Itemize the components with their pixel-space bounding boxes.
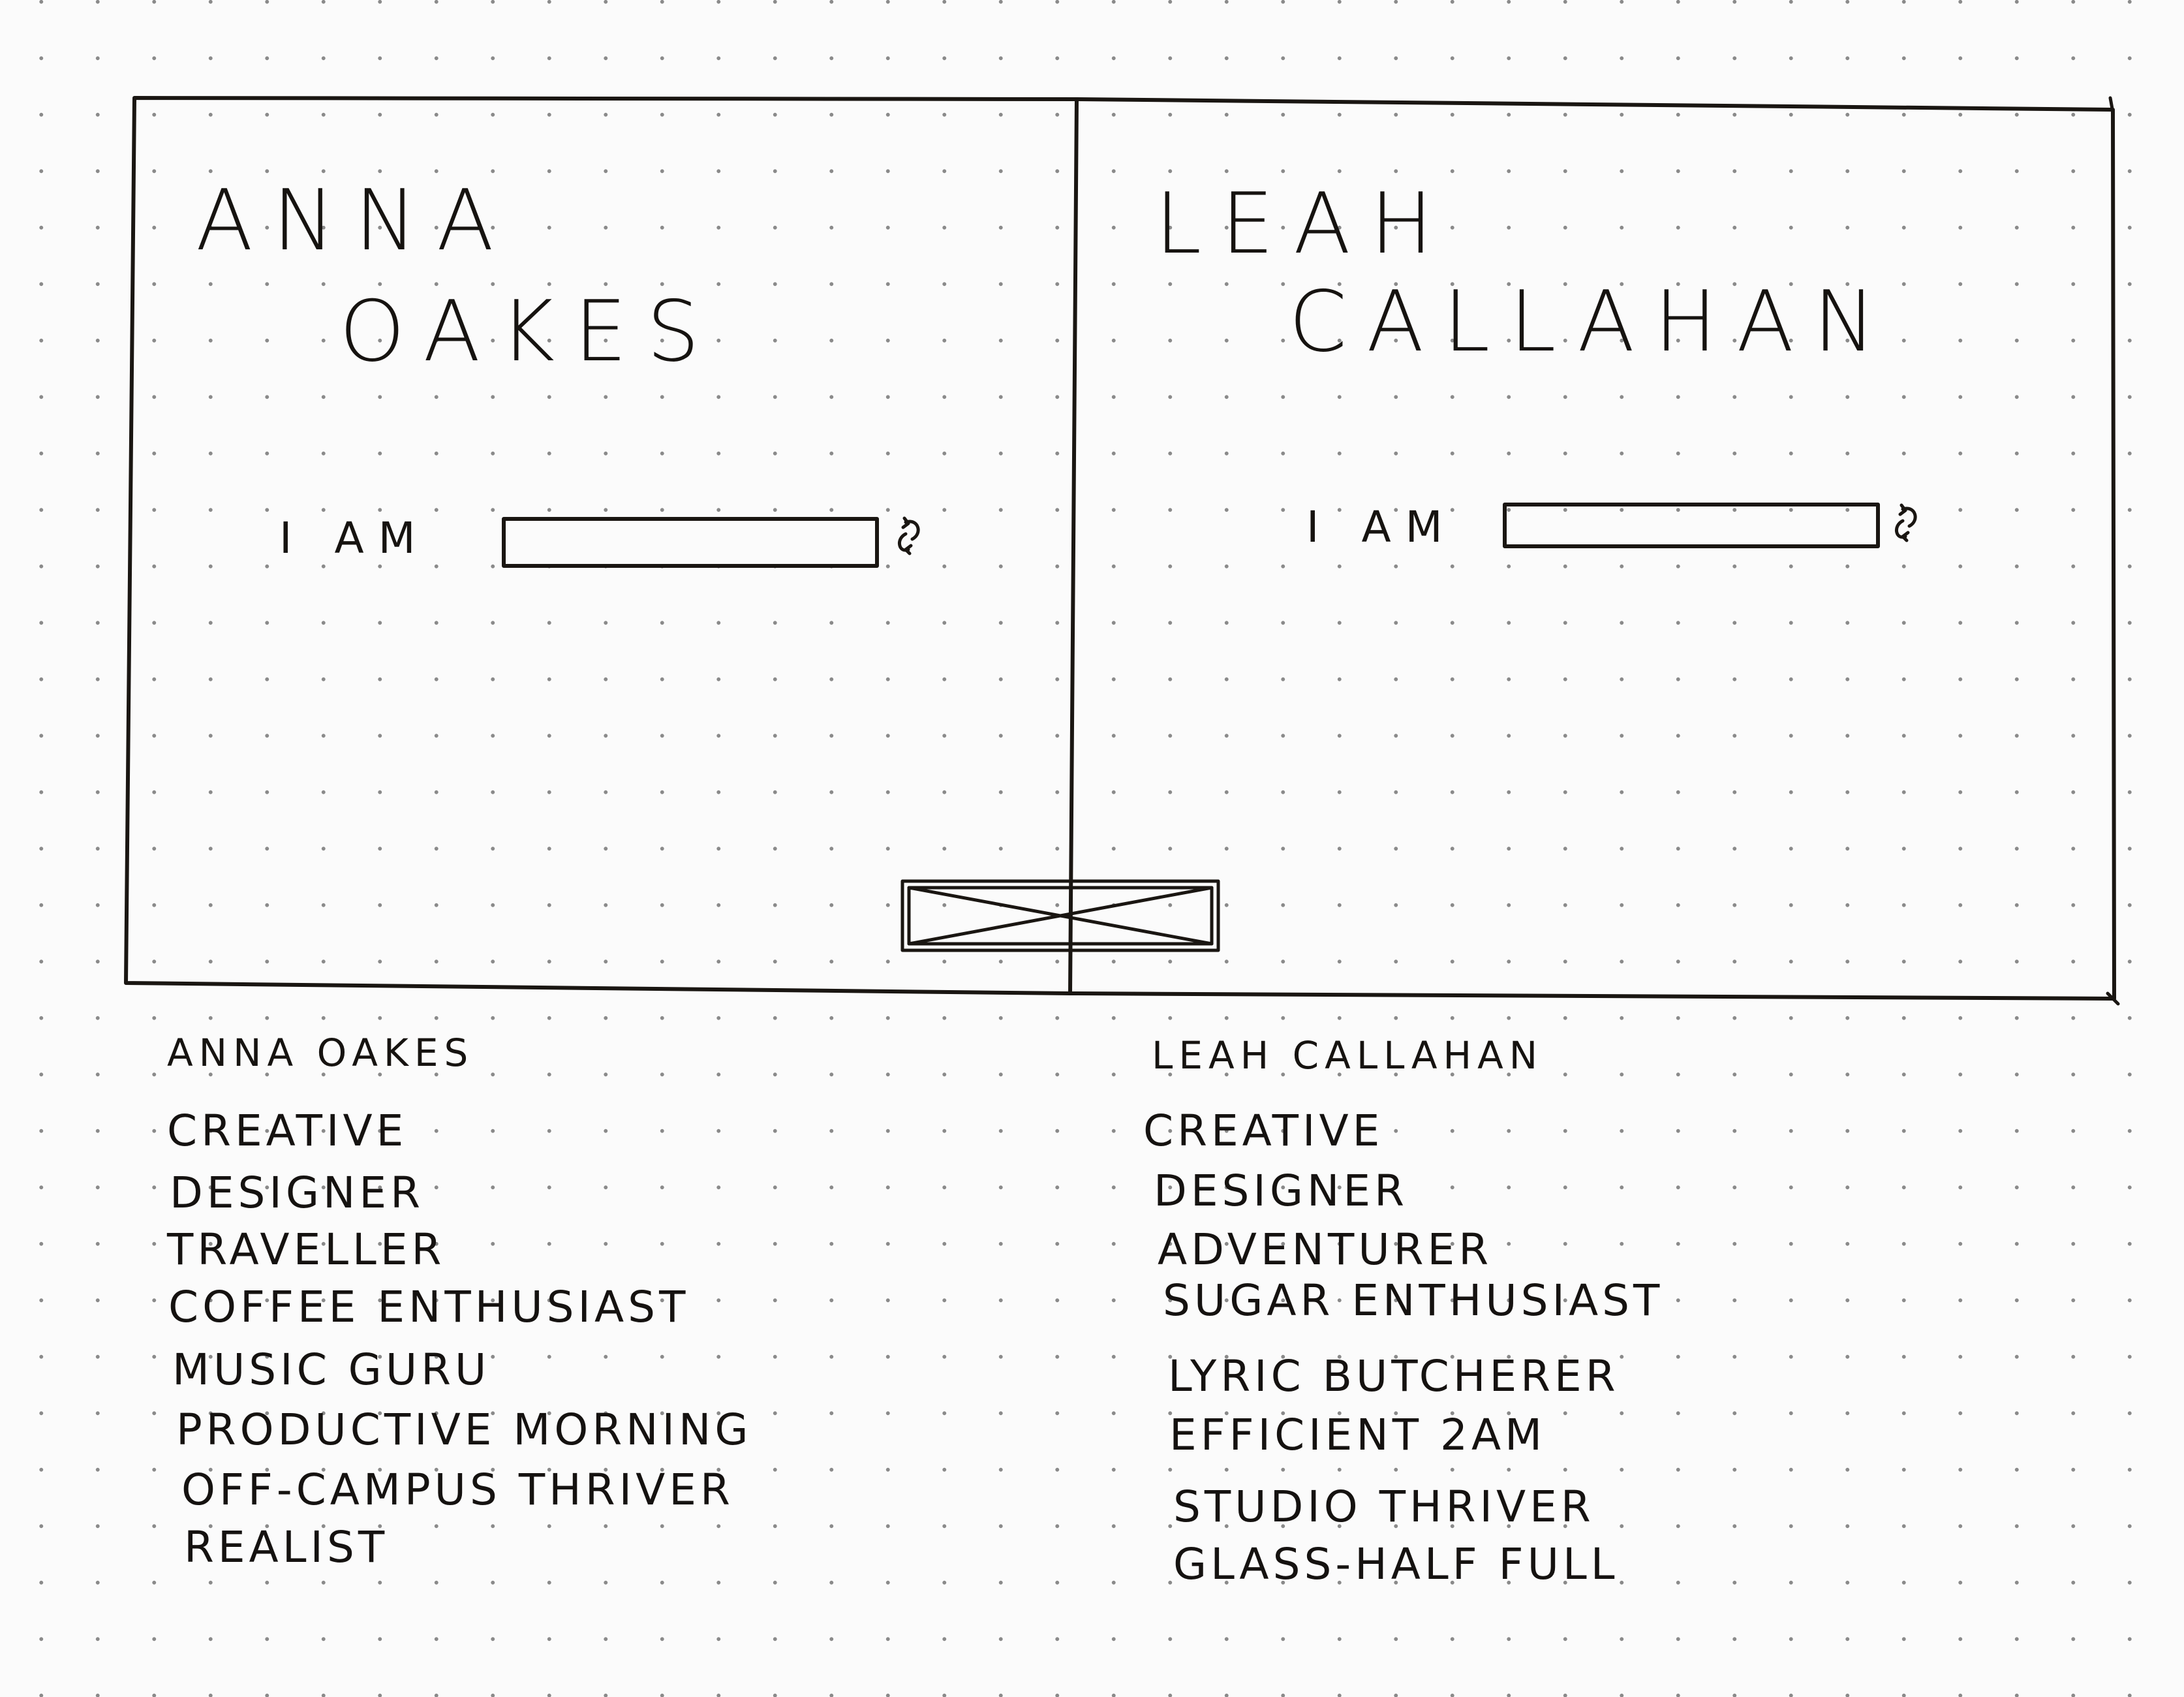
list-item: CREATIVE bbox=[167, 1106, 408, 1156]
right-i-am-label: I AM bbox=[1306, 502, 1457, 552]
refresh-icon[interactable] bbox=[1895, 503, 1917, 542]
left-first-name: ANNA bbox=[196, 172, 514, 270]
list-item: EFFICIENT 2AM bbox=[1169, 1410, 1546, 1460]
list-item: MUSIC GURU bbox=[172, 1345, 491, 1395]
list-item: TRAVELLER bbox=[167, 1224, 446, 1275]
list-item: DESIGNER bbox=[1154, 1166, 1408, 1216]
right-last-name: CALLAHAN bbox=[1289, 273, 1896, 371]
right-input-box[interactable] bbox=[1503, 503, 1880, 548]
panel-divider bbox=[1068, 97, 1079, 995]
left-input-box[interactable] bbox=[502, 517, 879, 568]
list-item: ADVENTURER bbox=[1158, 1224, 1493, 1275]
refresh-icon[interactable] bbox=[898, 516, 920, 555]
list-item: REALIST bbox=[184, 1522, 389, 1572]
left-list-title: ANNA OAKES bbox=[167, 1031, 474, 1075]
list-item: DESIGNER bbox=[170, 1168, 424, 1218]
list-item: OFF-CAMPUS THRIVER bbox=[181, 1465, 734, 1515]
list-item: CREATIVE bbox=[1143, 1106, 1384, 1156]
list-item: COFFEE ENTHUSIAST bbox=[168, 1282, 690, 1332]
left-last-name: OAKES bbox=[339, 283, 720, 381]
list-item: PRODUCTIVE MORNING bbox=[176, 1405, 752, 1455]
left-i-am-label: I AM bbox=[279, 513, 430, 563]
right-first-name: LEAH bbox=[1155, 176, 1453, 273]
list-item: STUDIO THRIVER bbox=[1173, 1482, 1595, 1532]
right-list-title: LEAH CALLAHAN bbox=[1152, 1033, 1544, 1078]
image-placeholder bbox=[900, 879, 1220, 952]
list-item: SUGAR ENTHUSIAST bbox=[1163, 1275, 1664, 1326]
list-item: LYRIC BUTCHERER bbox=[1168, 1351, 1620, 1401]
list-item: GLASS-HALF FULL bbox=[1173, 1539, 1619, 1589]
